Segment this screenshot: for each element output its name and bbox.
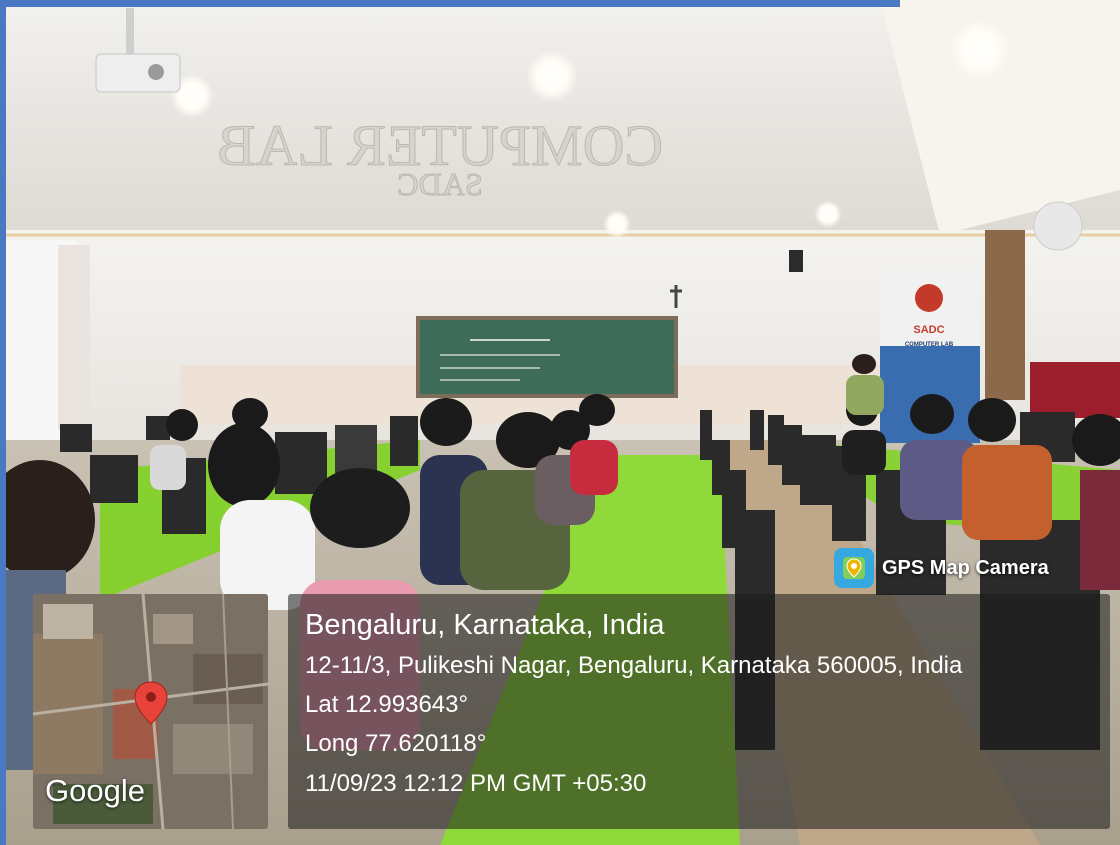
- app-badge-label: GPS Map Camera: [882, 556, 1049, 579]
- photo-frame: COMPUTER LAB SADC SADC COMPUTER LAB GPS …: [0, 0, 1120, 845]
- geotag-info-panel: Bengaluru, Karnataka, India 12-11/3, Pul…: [288, 594, 1110, 829]
- left-accent-bar: [0, 0, 6, 845]
- google-logo: Google: [45, 773, 145, 808]
- address-line: 12-11/3, Pulikeshi Nagar, Bengaluru, Kar…: [305, 652, 963, 679]
- map-thumbnail: Google: [33, 594, 268, 829]
- location-title: Bengaluru, Karnataka, India: [305, 609, 665, 641]
- banner-logo-text: SADC: [913, 324, 944, 336]
- longitude-line: Long 77.620118°: [305, 730, 487, 757]
- app-badge: GPS Map Camera: [834, 545, 1049, 591]
- latitude-line: Lat 12.993643°: [305, 691, 469, 718]
- top-accent-bar: [0, 0, 900, 7]
- chalkboard: [416, 316, 678, 398]
- map-pin-icon: [834, 548, 874, 588]
- timestamp-line: 11/09/23 12:12 PM GMT +05:30: [305, 770, 647, 797]
- banner-caption: COMPUTER LAB: [905, 342, 954, 348]
- ceiling-sign-sub: SADC: [397, 166, 482, 202]
